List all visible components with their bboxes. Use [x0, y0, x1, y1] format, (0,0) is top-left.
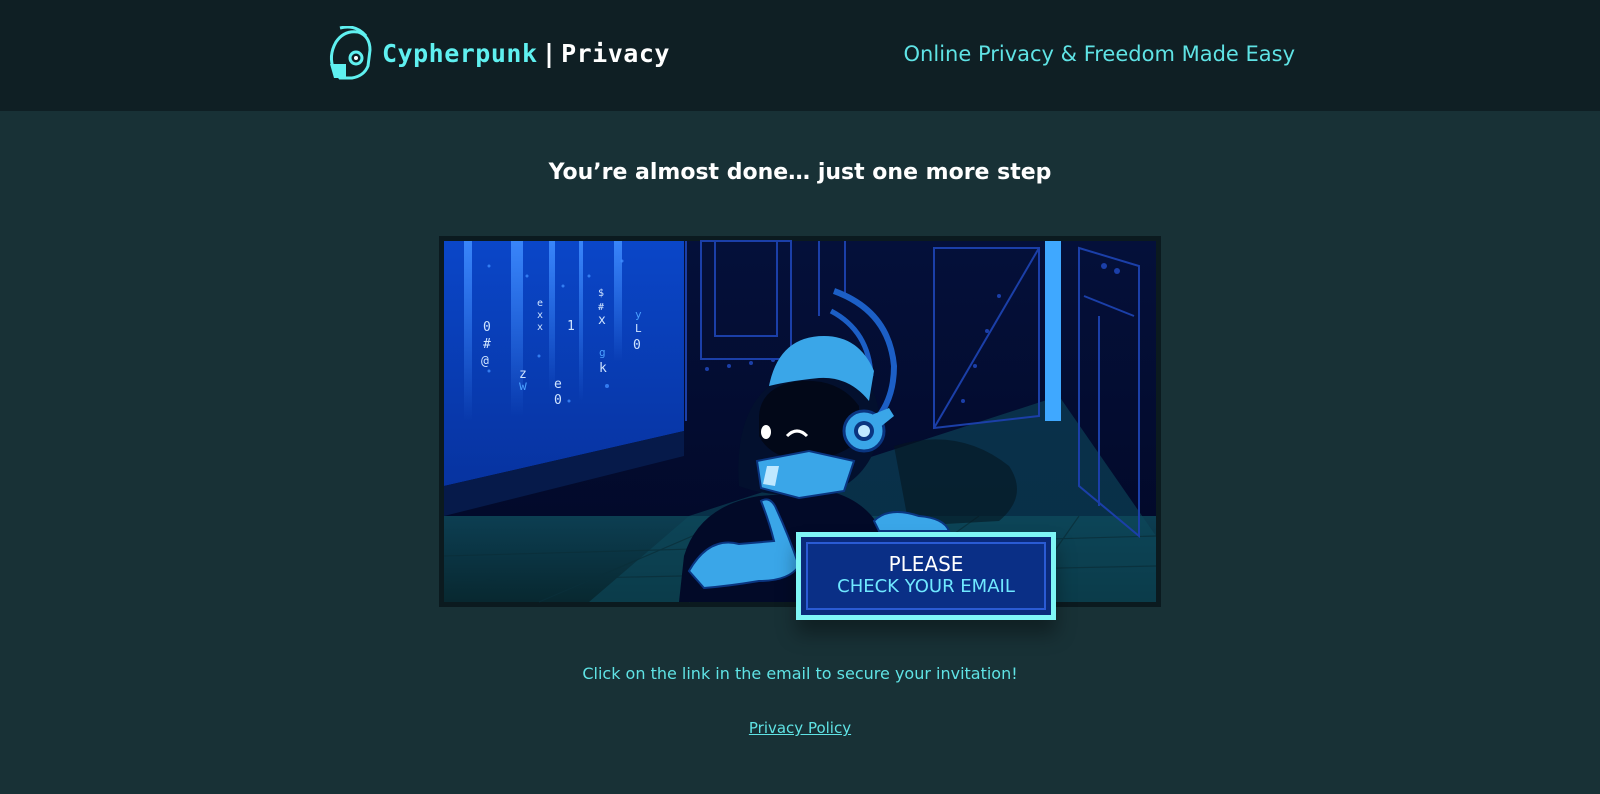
privacy-policy-link[interactable]: Privacy Policy: [749, 719, 851, 737]
code-char: k: [599, 361, 607, 376]
header-tagline: Online Privacy & Freedom Made Easy: [903, 42, 1295, 66]
code-char: #: [483, 337, 491, 352]
code-char: e: [537, 298, 543, 309]
code-char: w: [519, 379, 527, 394]
code-char: @: [481, 354, 489, 369]
code-char: L: [635, 322, 642, 335]
logo-product: Privacy: [561, 38, 670, 68]
code-char: $: [598, 288, 604, 299]
code-char: 0: [554, 393, 562, 408]
page-title: You’re almost done… just one more step: [548, 160, 1052, 185]
code-char: x: [598, 313, 606, 328]
check-email-sign: PLEASE CHECK YOUR EMAIL: [796, 532, 1056, 620]
logo[interactable]: Cypherpunk | Privacy: [326, 26, 670, 80]
code-char: g: [599, 346, 606, 359]
code-char: x: [537, 322, 543, 333]
instruction-text: Click on the link in the email to secure…: [582, 664, 1018, 683]
code-char: 0: [633, 338, 641, 353]
logo-text: Cypherpunk | Privacy: [382, 39, 670, 68]
sign-panel: PLEASE CHECK YOUR EMAIL: [806, 542, 1046, 610]
code-char: 0: [483, 320, 491, 335]
site-header: Cypherpunk | Privacy Online Privacy & Free…: [0, 0, 1600, 111]
code-char: #: [598, 302, 604, 313]
code-char: 1: [567, 319, 575, 334]
code-char: x: [537, 310, 543, 321]
code-char: e: [554, 377, 562, 392]
footer: Privacy Policy: [0, 718, 1600, 737]
sign-line-please: PLEASE: [888, 552, 964, 576]
sign-line-check-email: CHECK YOUR EMAIL: [837, 576, 1015, 597]
helmet-icon: [329, 26, 372, 80]
logo-separator: |: [541, 38, 558, 68]
code-char: y: [635, 308, 642, 321]
logo-brand: Cypherpunk: [382, 38, 538, 68]
